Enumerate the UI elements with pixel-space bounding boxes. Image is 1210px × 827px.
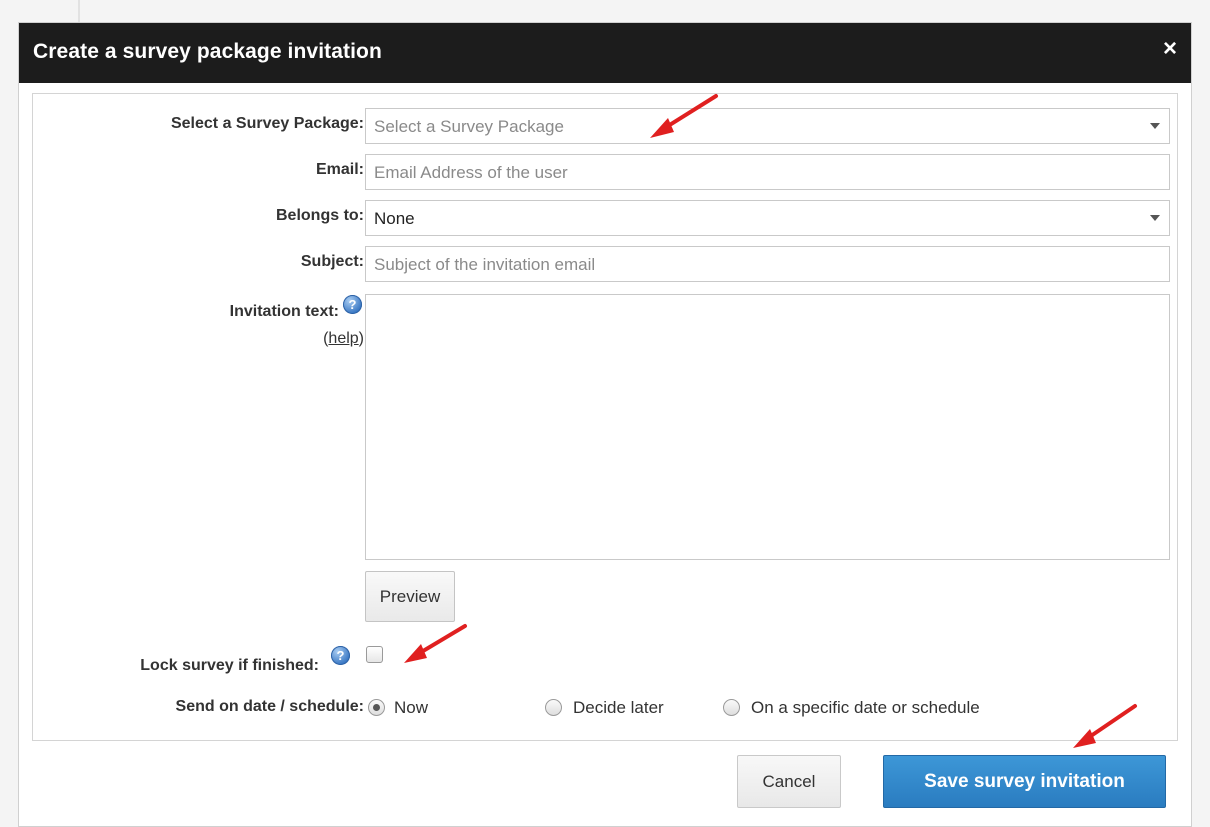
chevron-down-icon[interactable]	[1141, 201, 1169, 235]
survey-package-label: Select a Survey Package:	[170, 115, 364, 132]
invitation-help: (help)	[323, 330, 364, 347]
send-schedule-label: Send on date / schedule:	[175, 698, 364, 715]
question-circle-icon[interactable]: ?	[343, 295, 362, 314]
lock-survey-label: Lock survey if finished:	[140, 657, 319, 674]
backdrop-divider	[78, 0, 80, 22]
radio-specific-date-label[interactable]: On a specific date or schedule	[751, 698, 980, 718]
email-field[interactable]: Email Address of the user	[365, 154, 1170, 190]
preview-button[interactable]: Preview	[365, 571, 455, 622]
form-panel: Select a Survey Package: Select a Survey…	[32, 93, 1178, 741]
dialog-titlebar: Create a survey package invitation ×	[19, 23, 1191, 83]
dialog-title: Create a survey package invitation	[33, 40, 382, 63]
radio-now-label[interactable]: Now	[394, 698, 428, 718]
radio-specific-date[interactable]	[723, 699, 740, 716]
subject-label: Subject:	[300, 253, 364, 270]
email-placeholder: Email Address of the user	[374, 163, 568, 182]
email-label: Email:	[315, 161, 364, 178]
belongs-to-value: None	[374, 209, 415, 228]
radio-now[interactable]	[368, 699, 385, 716]
cancel-button[interactable]: Cancel	[737, 755, 841, 808]
help-link[interactable]: help	[328, 330, 358, 347]
radio-decide-later-label[interactable]: Decide later	[573, 698, 664, 718]
belongs-to-label: Belongs to:	[276, 207, 364, 224]
chevron-down-icon[interactable]	[1141, 109, 1169, 143]
save-survey-invitation-button[interactable]: Save survey invitation	[883, 755, 1166, 808]
belongs-to-select[interactable]: None	[365, 200, 1170, 236]
subject-field[interactable]: Subject of the invitation email	[365, 246, 1170, 282]
lock-survey-checkbox[interactable]	[366, 646, 383, 663]
radio-decide-later[interactable]	[545, 699, 562, 716]
invitation-text-label: Invitation text:	[229, 303, 339, 320]
survey-package-placeholder: Select a Survey Package	[374, 117, 564, 136]
survey-invitation-dialog: Create a survey package invitation × Sel…	[18, 22, 1192, 827]
invitation-textarea[interactable]	[365, 294, 1170, 560]
question-circle-icon[interactable]: ?	[331, 646, 350, 665]
subject-placeholder: Subject of the invitation email	[374, 255, 596, 274]
close-icon[interactable]: ×	[1163, 37, 1177, 61]
survey-package-select[interactable]: Select a Survey Package	[365, 108, 1170, 144]
